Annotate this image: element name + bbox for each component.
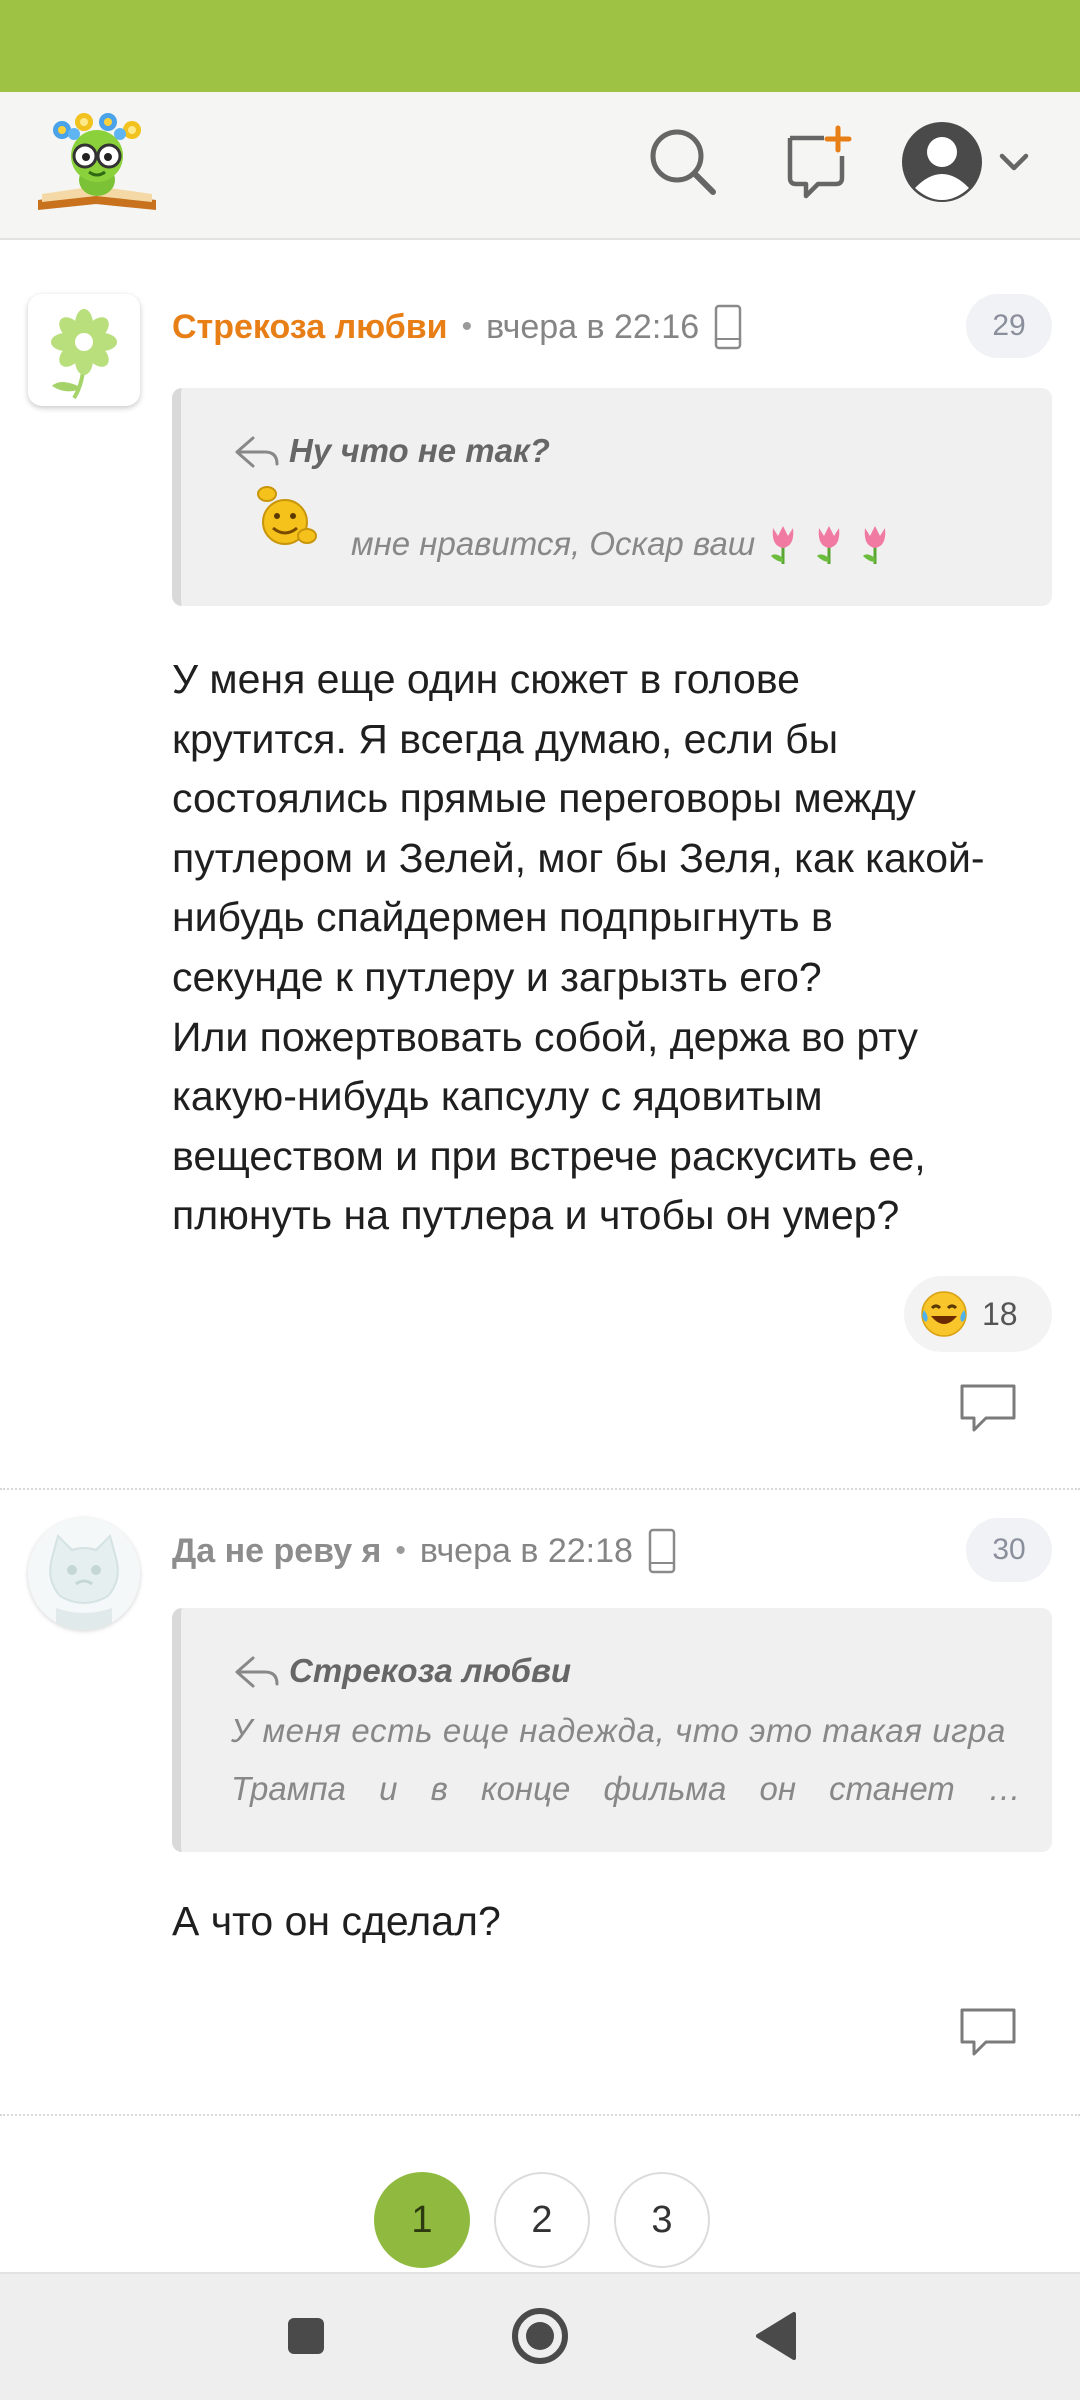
profile-menu-button[interactable]	[898, 116, 1038, 208]
reaction-count: 18	[982, 1295, 1018, 1332]
cat-avatar-icon	[28, 1518, 140, 1630]
author-name[interactable]: Да не реву я	[172, 1532, 381, 1571]
reply-arrow-icon	[235, 436, 279, 468]
waving-smiley-icon	[257, 486, 317, 545]
tulip-icon	[817, 526, 840, 564]
quote-text-row: мне нравится, Оскар ваш	[351, 522, 891, 566]
recents-icon[interactable]	[268, 2298, 344, 2374]
body-line: нибудь спайдермен подпрыгнуть в	[172, 894, 833, 941]
body-line: веществом и при встрече раскусить ее,	[172, 1132, 926, 1179]
pagination: 1 2 3	[374, 2172, 710, 2268]
comment-meta: Да не реву я • вчера в 22:18	[172, 1528, 677, 1574]
body-line: состоялись прямые переговоры между	[172, 775, 916, 822]
meta-separator: •	[395, 1534, 406, 1567]
comment-divider	[0, 2114, 1080, 2116]
phone-icon	[648, 1528, 676, 1574]
back-icon[interactable]	[738, 2298, 814, 2374]
quote-text: мне нравится, Оскар ваш	[351, 525, 756, 562]
tulip-icon	[863, 526, 886, 564]
reply-comment-icon[interactable]	[956, 2004, 1020, 2060]
meta-separator: •	[461, 310, 473, 343]
quote-block[interactable]: Стрекоза любви У меня есть еще надежда, …	[172, 1608, 1052, 1852]
avatar[interactable]	[28, 1518, 140, 1630]
page-button-1[interactable]: 1	[374, 2172, 470, 2268]
quote-text-line: Трампа и в конце фильма он станет …	[231, 1770, 1021, 1807]
body-line: А что он сделал?	[172, 1898, 501, 1944]
author-name[interactable]: Стрекоза любви	[172, 308, 448, 347]
reply-comment-icon[interactable]	[956, 1380, 1020, 1436]
comment-meta: Стрекоза любви • вчера в 22:16	[172, 304, 743, 350]
body-line: какую-нибудь капсулу с ядовитым	[172, 1073, 823, 1120]
comment-time[interactable]: вчера в 22:16	[486, 308, 699, 347]
body-line: плюнуть на путлера и чтобы он умер?	[172, 1192, 900, 1239]
body-line: секунде к путлеру и загрызть его?	[172, 953, 822, 1000]
tulip-icon	[771, 526, 794, 564]
reply-arrow-icon	[235, 1656, 279, 1688]
chevron-down-icon	[999, 153, 1029, 171]
quote-title: Ну что не так?	[289, 432, 550, 469]
comment-number-badge[interactable]: 30	[966, 1518, 1052, 1582]
new-topic-icon[interactable]	[776, 122, 856, 202]
reaction-badge[interactable]: 18	[904, 1276, 1052, 1352]
phone-icon	[714, 304, 742, 350]
body-line: Или пожертвовать собой, держа во рту	[172, 1013, 919, 1060]
page-button-3[interactable]: 3	[614, 2172, 710, 2268]
page-button-2[interactable]: 2	[494, 2172, 590, 2268]
bookworm-logo-icon[interactable]	[34, 106, 160, 214]
status-bar	[0, 0, 1080, 92]
comment-body: А что он сделал?	[172, 1892, 501, 1952]
search-icon[interactable]	[643, 122, 723, 202]
comment-divider	[0, 1488, 1080, 1490]
body-line: У меня еще один сюжет в голове	[172, 656, 800, 702]
body-line: путлером и Зелей, мог бы Зеля, как какой…	[172, 834, 985, 881]
avatar[interactable]	[28, 294, 140, 406]
comment-body: У меня еще один сюжет в голове крутится.…	[172, 650, 985, 1246]
home-icon[interactable]	[502, 2298, 578, 2374]
quote-text-line: У меня есть еще надежда, что это такая и…	[231, 1712, 1006, 1749]
flower-avatar-icon	[51, 309, 117, 400]
quote-block[interactable]: Ну что не так? мне нравится, Оскар ваш	[172, 388, 1052, 606]
user-avatar-icon	[902, 122, 982, 202]
laughing-tears-icon	[921, 1291, 967, 1337]
quote-title: Стрекоза любви	[289, 1652, 572, 1689]
comment-number-badge[interactable]: 29	[966, 294, 1052, 358]
body-line: крутится. Я всегда думаю, если бы	[172, 715, 839, 762]
comment-time[interactable]: вчера в 22:18	[420, 1532, 633, 1571]
system-navigation-bar	[0, 2272, 1080, 2400]
top-app-bar	[0, 92, 1080, 240]
